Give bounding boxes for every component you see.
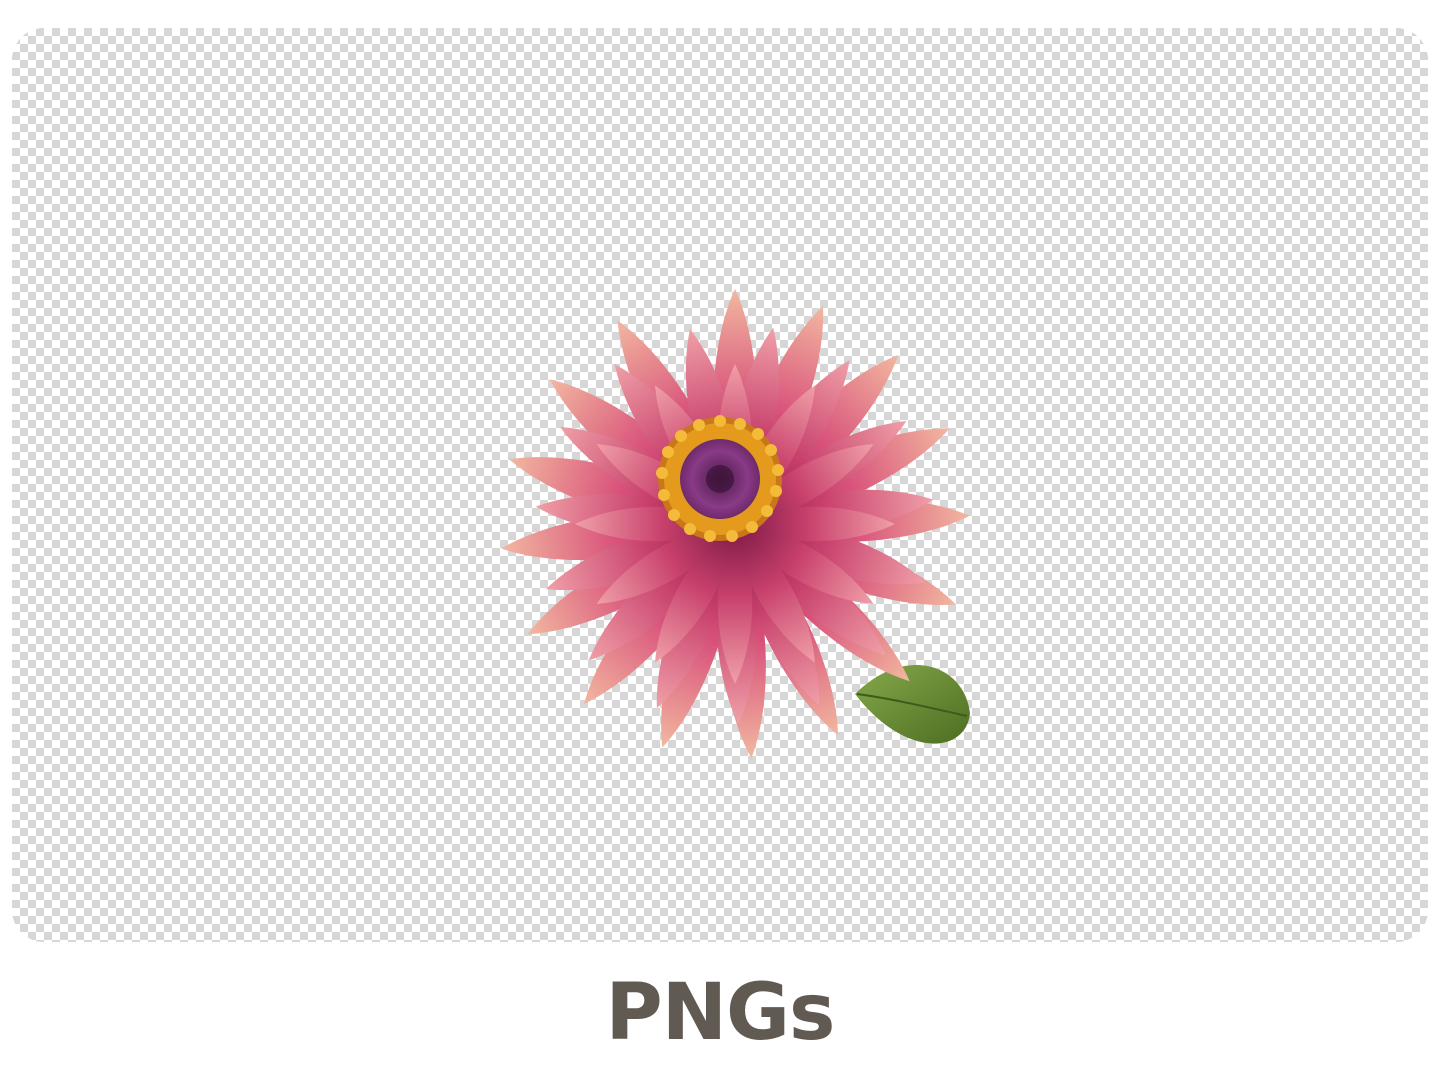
page: PNGs [0,0,1440,1080]
caption-text: PNGs [605,968,836,1058]
leaf-shape [855,665,970,744]
flower-icon [499,289,971,760]
caption-title: PNGs [0,958,1440,1068]
transparent-canvas [12,28,1428,942]
